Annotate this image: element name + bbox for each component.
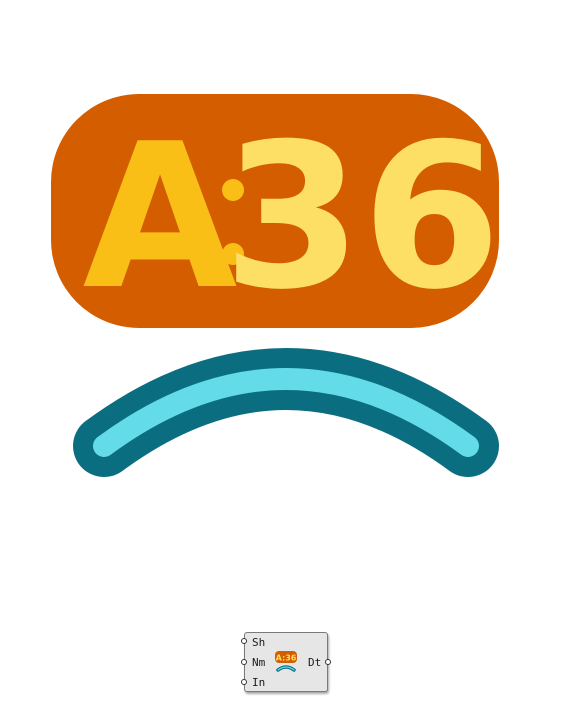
input-grip-in[interactable] [241,679,247,685]
input-label-in: In [252,676,266,689]
canvas: A 36 Sh Nm In Dt A:36 [0,0,572,724]
output-grip-dt[interactable] [325,659,331,665]
svg-text:A:36: A:36 [276,654,297,663]
input-label-sh: Sh [252,636,266,649]
large-icon-preview: A 36 [51,94,501,477]
output-label-dt: Dt [308,656,322,669]
badge-letter: A [83,101,238,334]
input-grip-nm[interactable] [241,659,247,665]
number-badge-arc-icon: A:36 [275,651,297,672]
component-node[interactable]: Sh Nm In Dt A:36 [241,632,331,692]
input-label-nm: Nm [252,656,266,669]
badge-number: 36 [223,101,501,334]
input-grip-sh[interactable] [241,638,247,644]
